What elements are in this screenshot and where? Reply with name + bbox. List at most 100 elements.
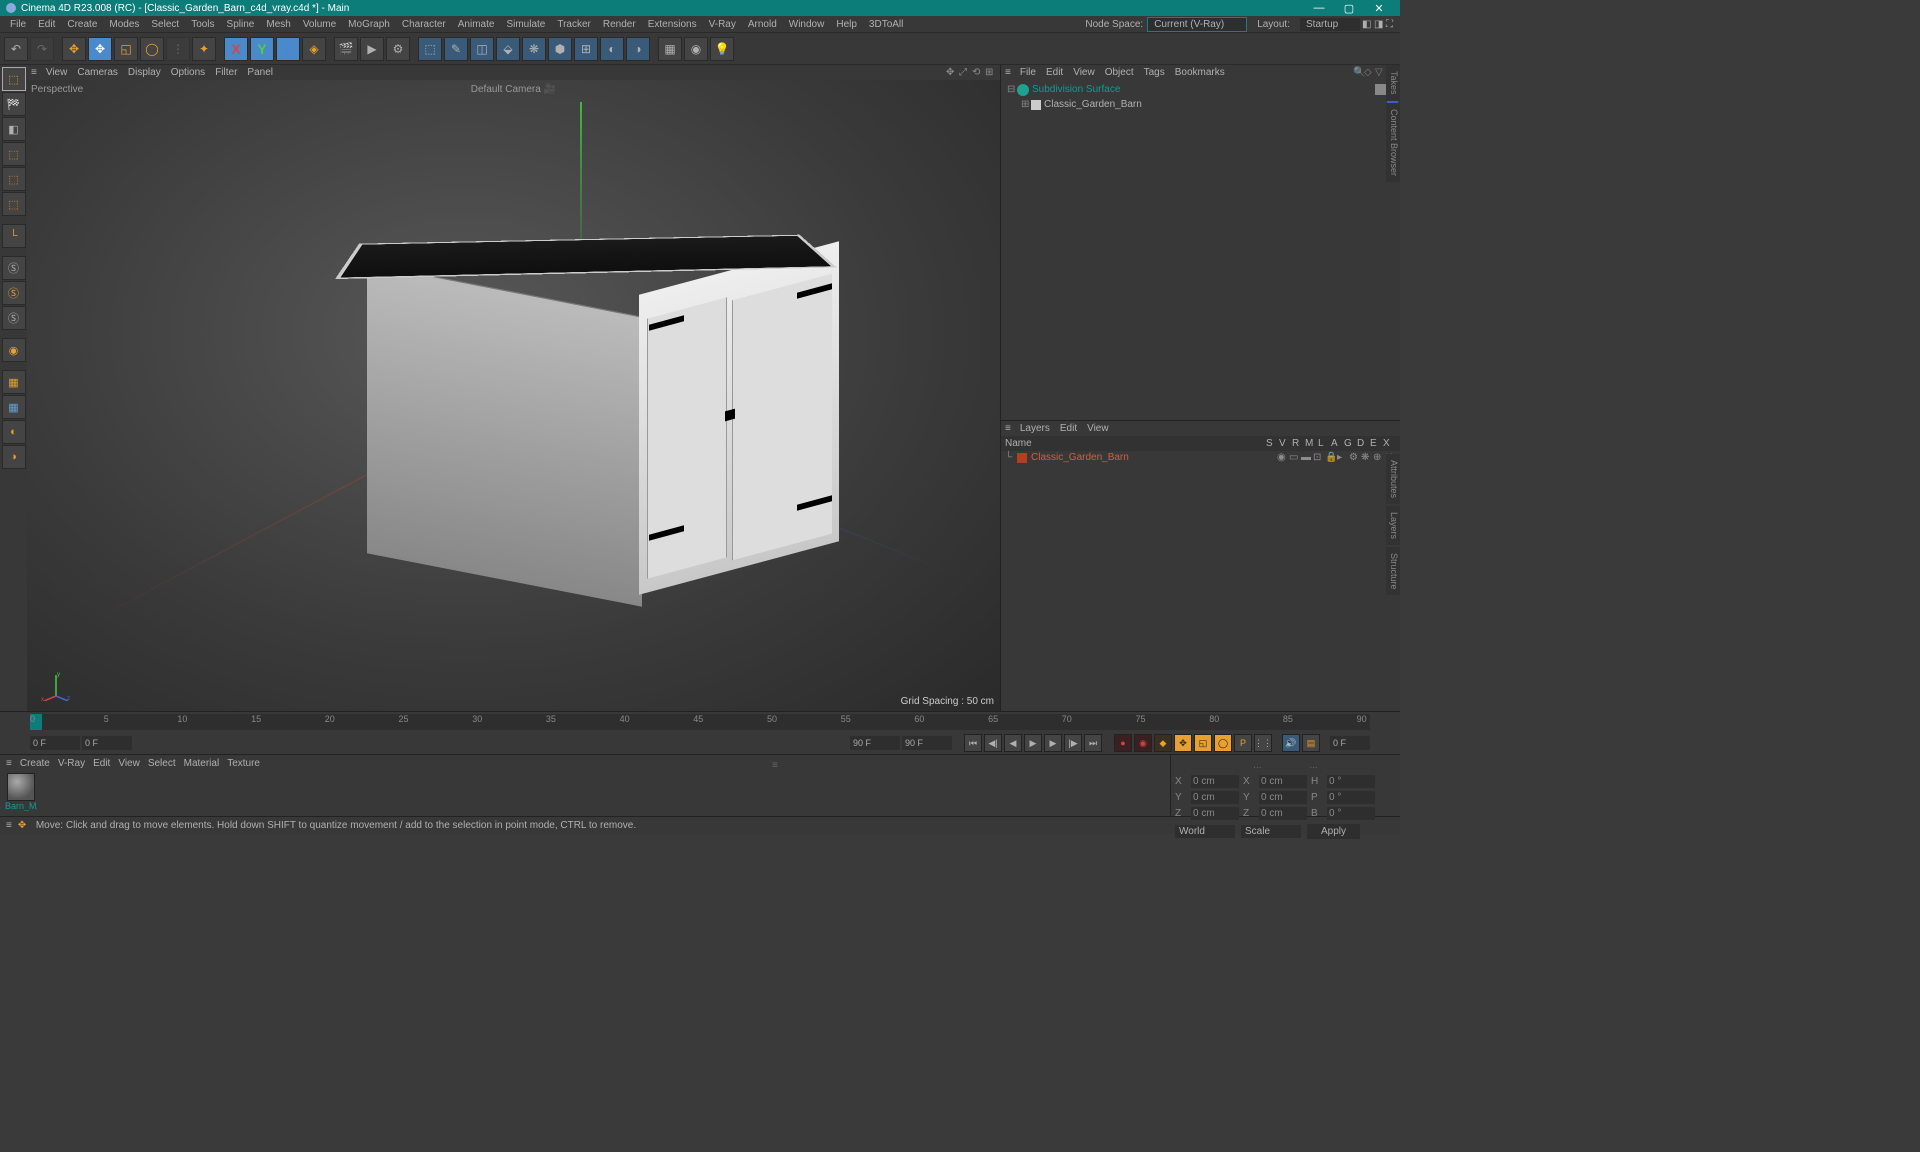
hamburger-icon[interactable]: ≡ [1005,423,1011,434]
search-icon[interactable]: 🔍 [1353,67,1363,78]
snap-toggle[interactable]: Ⓢ [2,256,26,280]
tl-frame-display[interactable] [1330,736,1370,750]
apply-button[interactable]: Apply [1307,824,1360,839]
lay-menu-edit[interactable]: Edit [1055,423,1082,434]
lay-solo-icon[interactable]: ◉ [1277,452,1288,463]
tl-keyframe[interactable]: ◆ [1154,734,1172,752]
tab-attributes[interactable]: Attributes [1386,454,1400,504]
size-y-input[interactable] [1259,791,1307,804]
vp-menu-display[interactable]: Display [123,67,166,78]
tl-key-scale[interactable]: ◱ [1194,734,1212,752]
axis-gizmo[interactable]: yxz [41,671,71,701]
eye-icon[interactable]: ▽ [1375,67,1385,78]
pos-x-input[interactable] [1191,775,1239,788]
vp-nav-zoom[interactable]: ⤢ [959,67,970,78]
tl-next-key[interactable]: |▶ [1064,734,1082,752]
deformer[interactable]: ❋ [522,37,546,61]
workplane-mode[interactable]: ◧ [2,117,26,141]
mat-menu-create[interactable]: Create [16,758,54,769]
menu-edit[interactable]: Edit [32,19,61,30]
cube-primitive[interactable]: ⬚ [418,37,442,61]
layout-icon-2[interactable]: ◨ [1374,19,1384,29]
menu-spline[interactable]: Spline [221,19,261,30]
tl-go-end[interactable]: ⏭ [1084,734,1102,752]
viewport[interactable]: Perspective Default Camera🎥 yxz [27,80,1000,711]
tl-next-frame[interactable]: ▶ [1044,734,1062,752]
workplane-1[interactable]: ▦ [2,370,26,394]
menu-mograph[interactable]: MoGraph [342,19,396,30]
vp-nav-orbit[interactable]: ⟲ [972,67,983,78]
expand-icon[interactable]: ⊟ [1007,84,1017,95]
vp-menu-view[interactable]: View [41,67,73,78]
menu-tracker[interactable]: Tracker [551,19,597,30]
vp-nav-layout[interactable]: ⊞ [985,67,996,78]
texture-mode[interactable]: 🏁 [2,92,26,116]
hamburger-icon[interactable]: ≡ [31,67,37,78]
material-item[interactable]: Barn_MA [5,773,37,811]
timeline-ruler[interactable]: 0 5 10 15 20 25 30 35 40 45 50 55 60 65 … [30,714,1370,730]
lay-def-icon[interactable]: ❋ [1361,452,1372,463]
modeling-generator[interactable]: ⬙ [496,37,520,61]
workplane-2[interactable]: ▦ [2,395,26,419]
mat-menu-material[interactable]: Material [180,758,224,769]
redo-button[interactable]: ↷ [30,37,54,61]
mat-menu-edit[interactable]: Edit [89,758,114,769]
rotate-tool[interactable]: ◯ [140,37,164,61]
arnold-button[interactable]: ▦ [658,37,682,61]
menu-tools[interactable]: Tools [185,19,220,30]
tab-structure[interactable]: Structure [1386,547,1400,596]
soft-select[interactable]: ◉ [2,338,26,362]
tl-sound[interactable]: 🔊 [1282,734,1300,752]
tl-go-start[interactable]: ⏮ [964,734,982,752]
render-settings[interactable]: ⚙ [386,37,410,61]
object-tree[interactable]: ⊟ Subdivision Surface ✓ ⊞ Classic_Garden… [1001,80,1400,420]
coord-space-dropdown[interactable]: World [1175,825,1235,838]
x-axis-lock[interactable]: X [224,37,248,61]
tl-key-pos[interactable]: ✥ [1174,734,1192,752]
tl-record[interactable]: ● [1114,734,1132,752]
obj-menu-file[interactable]: File [1015,67,1041,78]
vp-menu-cameras[interactable]: Cameras [72,67,123,78]
menu-volume[interactable]: Volume [297,19,342,30]
vp-menu-options[interactable]: Options [166,67,210,78]
obj-menu-tags[interactable]: Tags [1139,67,1170,78]
quantize[interactable]: Ⓢ [2,306,26,330]
tl-preview-end[interactable] [850,736,900,750]
menu-3dtoall[interactable]: 3DToAll [863,19,909,30]
tab-takes[interactable]: Takes [1386,65,1400,101]
layout-icon-3[interactable]: ⛶ [1386,19,1396,29]
edge-mode[interactable]: ⬚ [2,167,26,191]
layout-icon-1[interactable]: ◧ [1362,19,1372,29]
last-tool[interactable]: ⋮ [166,37,190,61]
spline-primitive[interactable]: ✎ [444,37,468,61]
tl-dopesheet[interactable]: ▤ [1302,734,1320,752]
render-view[interactable]: 🎬 [334,37,358,61]
menu-create[interactable]: Create [61,19,103,30]
workplane-3[interactable]: ◐ [2,420,26,444]
mat-menu-texture[interactable]: Texture [223,758,264,769]
obj-menu-object[interactable]: Object [1100,67,1139,78]
tl-current-frame[interactable] [82,736,132,750]
vp-nav-pan[interactable]: ✥ [946,67,957,78]
select-tool[interactable]: ✥ [62,37,86,61]
node-space-dropdown[interactable]: Current (V-Ray) [1147,17,1247,32]
tl-prev-frame[interactable]: ◀ [1004,734,1022,752]
render-picture-viewer[interactable]: ▶ [360,37,384,61]
menu-extensions[interactable]: Extensions [642,19,703,30]
menu-mesh[interactable]: Mesh [260,19,296,30]
mat-menu-view[interactable]: View [114,758,144,769]
hamburger-icon[interactable]: ≡ [6,820,12,831]
menu-render[interactable]: Render [597,19,642,30]
obj-menu-view[interactable]: View [1068,67,1100,78]
object-row-barn[interactable]: ⊞ Classic_Garden_Barn [1003,97,1398,112]
mat-menu-select[interactable]: Select [144,758,180,769]
pos-z-input[interactable] [1191,807,1239,820]
lay-menu-layers[interactable]: Layers [1015,423,1055,434]
tl-key-pla[interactable]: ⋮⋮ [1254,734,1272,752]
polygon-mode[interactable]: ⬚ [2,192,26,216]
vis-tag[interactable] [1375,84,1386,95]
menu-character[interactable]: Character [396,19,452,30]
vray-button[interactable]: ◉ [684,37,708,61]
model-mode[interactable]: ⬚ [2,67,26,91]
size-x-input[interactable] [1259,775,1307,788]
